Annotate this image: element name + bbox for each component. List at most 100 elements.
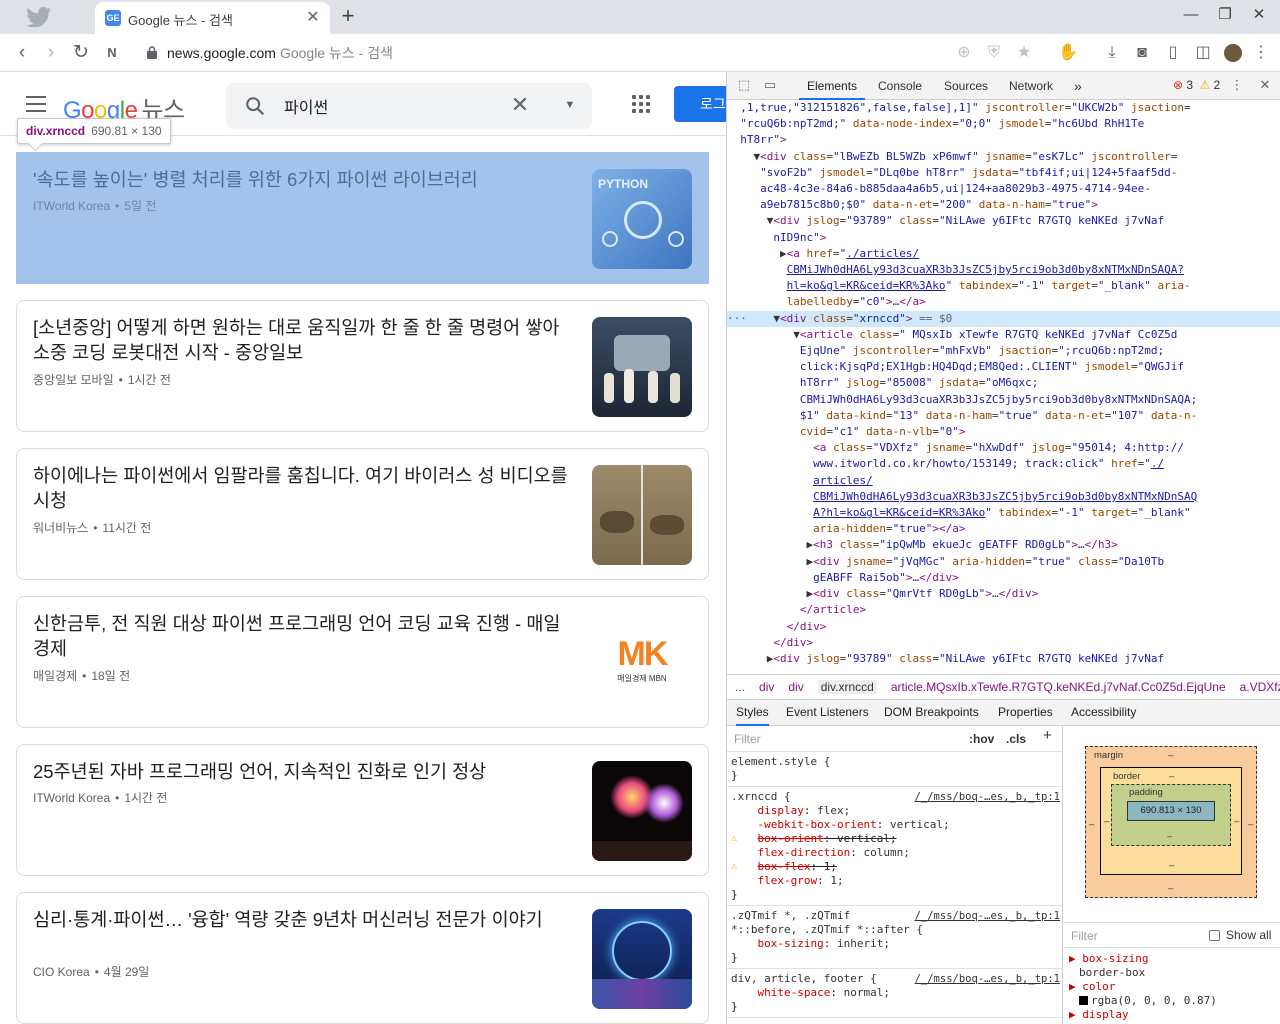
article-thumbnail[interactable]: MK 매일경제 MBN	[592, 613, 692, 713]
dom-line[interactable]: CBMiJWh0dHA6Ly93d3cuaXR3b3JsZC5jby5rci9o…	[727, 392, 1280, 408]
dom-line[interactable]: ▶<h3 class="ipQwMb ekueJc gEATFF RD0gLb"…	[727, 537, 1280, 553]
dom-line[interactable]: labelledby="c0">…</a>	[727, 294, 1280, 310]
dom-line[interactable]: ▶<a href="./articles/	[727, 246, 1280, 262]
dom-line[interactable]: hT8rr" jslog="85008" jsdata="oM6qxc;	[727, 375, 1280, 391]
computed-property[interactable]: ▶ box-sizing border-box	[1069, 952, 1275, 980]
settings-menu-icon[interactable]: ⋮	[1229, 77, 1245, 93]
box-model-padding[interactable]: padding – 690.813 × 130	[1111, 784, 1231, 846]
dom-line[interactable]: CBMiJWh0dHA6Ly93d3cuaXR3b3JsZC5jby5rci9o…	[727, 262, 1280, 278]
camera-icon[interactable]: ◙	[1131, 42, 1153, 64]
tab-styles[interactable]: Styles	[736, 700, 769, 726]
crumb[interactable]: div	[759, 680, 774, 694]
dom-line[interactable]: ▼<div class="lBwEZb BL5WZb xP6mwf" jsnam…	[727, 149, 1280, 165]
more-tabs-icon[interactable]: »	[1074, 72, 1082, 100]
tab-elements[interactable]: Elements	[799, 72, 866, 100]
shield-icon[interactable]: ⛨	[983, 42, 1005, 64]
dom-line[interactable]: hl=ko&gl=KR&ceid=KR%3Ako" tabindex="-1" …	[727, 278, 1280, 294]
dom-line[interactable]: <a class="VDXfz" jsname="hXwDdf" jslog="…	[727, 440, 1280, 456]
back-icon[interactable]: ‹	[9, 40, 35, 66]
article-title[interactable]: 하이에나는 파이썬에서 임팔라를 훔칩니다. 여기 바이러스 성 비디오를 시청	[33, 463, 575, 513]
inspect-element-icon[interactable]: ⬚	[736, 77, 752, 93]
dom-line[interactable]: nID9nc">	[727, 230, 1280, 246]
dom-line[interactable]: ▼<div jslog="93789" class="NiLAwe y6IFtc…	[727, 213, 1280, 229]
maximize-icon[interactable]: ❐	[1210, 4, 1240, 26]
search-options-dropdown-icon[interactable]: ▼	[560, 95, 580, 115]
search-input[interactable]	[284, 95, 504, 117]
style-rule[interactable]: /_/mss/boq-…es,_b,_tp:1 .zQTmif *, .zQTmi…	[727, 906, 1062, 969]
article-title[interactable]: 신한금투, 전 직원 대상 파이썬 프로그래밍 언어 코딩 교육 진행 - 매일…	[33, 611, 575, 661]
show-all-checkbox[interactable]	[1209, 930, 1220, 941]
device-toolbar-icon[interactable]: ▭	[762, 77, 778, 93]
dom-line[interactable]: articles/	[727, 473, 1280, 489]
dom-line-selected[interactable]: ··· ▼<div class="xrnccd"> == $0	[727, 310, 1280, 327]
article-card[interactable]: 25주년된 자바 프로그래밍 언어, 지속적인 진화로 인기 정상 ITWorld…	[16, 744, 709, 876]
computed-property[interactable]: ▶ color rgba(0, 0, 0, 0.87)	[1069, 980, 1275, 1008]
crumb[interactable]: ...	[735, 680, 745, 694]
dom-line[interactable]: gEABFF Rai5ob">…</div>	[727, 570, 1280, 586]
login-button[interactable]: 로그인	[674, 86, 726, 122]
notion-icon[interactable]: N	[99, 40, 125, 66]
tab-console[interactable]: Console	[878, 72, 922, 100]
dom-line[interactable]: click:KjsqPd;EX1Hgb:HQ4Dqd;EM8Qed:.CLIEN…	[727, 359, 1280, 375]
dom-line[interactable]: ▼<article class=" MQsxIb xTewfe R7GTQ ke…	[727, 327, 1280, 343]
dom-line[interactable]: ac48-4c3e-84a6-b885daa4a6b5,ui|124+aa802…	[727, 181, 1280, 197]
hov-toggle[interactable]: :hov	[969, 732, 994, 746]
style-rule[interactable]: /_/mss/boq-…es,_b,_tp:1 .xrnccd { display…	[727, 787, 1062, 906]
tab-properties[interactable]: Properties	[998, 700, 1053, 724]
dom-tree[interactable]: ,1,true,"312151826",false,false],1]" jsc…	[727, 100, 1280, 674]
search-icon[interactable]	[244, 95, 266, 117]
dom-line[interactable]: "rcuQ6b:npT2md;" data-node-index="0;0" j…	[727, 116, 1280, 132]
article-source[interactable]: 워너비뉴스	[33, 521, 88, 535]
article-thumbnail[interactable]	[592, 909, 692, 1009]
profile-icon[interactable]	[1222, 42, 1244, 64]
crumb[interactable]: a.VDXfz	[1240, 680, 1280, 694]
new-tab-icon[interactable]: +	[337, 5, 359, 27]
crumb[interactable]: div	[788, 680, 803, 694]
tab-sources[interactable]: Sources	[944, 72, 988, 100]
article-title[interactable]: [소년중앙] 어떻게 하면 원하는 대로 움직일까 한 줄 한 줄 명령어 쌓아…	[33, 315, 575, 365]
dom-line[interactable]: </article>	[727, 602, 1280, 618]
crumb-current[interactable]: div.xrnccd	[817, 680, 877, 694]
article-title[interactable]: 25주년된 자바 프로그래밍 언어, 지속적인 진화로 인기 정상	[33, 759, 575, 784]
download-icon[interactable]: ⤓	[1101, 42, 1123, 64]
article-thumbnail[interactable]	[592, 761, 692, 861]
article-source[interactable]: CIO Korea	[33, 965, 90, 979]
tab-accessibility[interactable]: Accessibility	[1071, 700, 1136, 724]
dom-line[interactable]: hT8rr">	[727, 132, 1280, 148]
dom-line[interactable]: $1" data-kind="13" data-n-ham="true" dat…	[727, 408, 1280, 424]
hamburger-menu-icon[interactable]	[26, 96, 46, 112]
new-rule-icon[interactable]: +	[1043, 728, 1052, 743]
article-card[interactable]: 심리·통계·파이썬… '융합' 역량 갖춘 9년차 머신러닝 전문가 이야기 CI…	[16, 892, 709, 1024]
error-warning-counter[interactable]: ⊗ 3 ⚠ 2	[1173, 78, 1220, 92]
minimize-icon[interactable]: —	[1176, 4, 1206, 26]
style-rule[interactable]: /_/mss/boq-…es,_b,_tp:1 div, article, foo…	[727, 969, 1062, 1018]
dom-line[interactable]: ▶<div jsname="jVqMGc" aria-hidden="true"…	[727, 554, 1280, 570]
extension-icon[interactable]: ✋	[1057, 42, 1079, 64]
reader-icon[interactable]: ▯	[1162, 42, 1184, 64]
article-thumbnail[interactable]: PYTHON	[592, 169, 692, 269]
box-model-margin[interactable]: margin – – – – border – – – – padding – …	[1085, 746, 1257, 898]
dom-line[interactable]: www.itworld.co.kr/howto/153149; track:cl…	[727, 456, 1280, 472]
dom-line[interactable]: cvid="c1" data-n-vlb="0">	[727, 424, 1280, 440]
article-source[interactable]: 중앙일보 모바일	[33, 373, 114, 387]
article-card[interactable]: '속도를 높이는' 병렬 처리를 위한 6가지 파이썬 라이브러리 ITWorld…	[16, 152, 709, 284]
tab-event-listeners[interactable]: Event Listeners	[786, 700, 869, 724]
dom-line[interactable]: ▶<div class="QmrVtf RD0gLb">…</div>	[727, 586, 1280, 602]
box-model-content[interactable]: 690.813 × 130	[1127, 801, 1215, 821]
close-devtools-icon[interactable]: ✕	[1257, 77, 1273, 93]
lock-icon[interactable]	[147, 46, 157, 59]
dom-line[interactable]: EjqUne" jscontroller="mhFxVb" jsaction="…	[727, 343, 1280, 359]
clear-search-icon[interactable]: ✕	[508, 93, 532, 117]
computed-property[interactable]: ▶ display	[1069, 1008, 1275, 1022]
cls-toggle[interactable]: .cls	[1006, 732, 1026, 746]
close-tab-icon[interactable]: ✕	[304, 9, 322, 27]
color-swatch[interactable]	[1079, 996, 1088, 1005]
forward-icon[interactable]: ›	[38, 40, 64, 66]
dom-line[interactable]: "svoF2b" jsmodel="DLq0be hT8rr" jsdata="…	[727, 165, 1280, 181]
article-card[interactable]: [소년중앙] 어떻게 하면 원하는 대로 움직일까 한 줄 한 줄 명령어 쌓아…	[16, 300, 709, 432]
dom-line[interactable]: </div>	[727, 619, 1280, 635]
dom-line[interactable]: CBMiJWh0dHA6Ly93d3cuaXR3b3JsZC5jby5rci9o…	[727, 489, 1280, 505]
reload-icon[interactable]: ↻	[68, 40, 94, 66]
box-model-border[interactable]: border – – – – padding – 690.813 × 130	[1100, 767, 1242, 875]
dom-line[interactable]: ▶<div jslog="93789" class="NiLAwe y6IFtc…	[727, 651, 1280, 667]
